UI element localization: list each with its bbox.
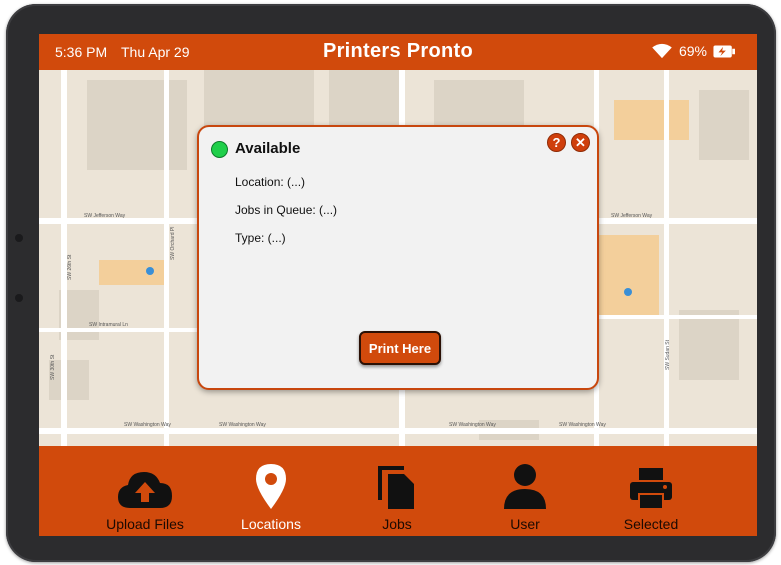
street-label: SW Washington Way <box>219 422 266 428</box>
nav-item-selected[interactable]: Selected <box>591 446 711 536</box>
bottom-navigation: Upload Files Locations Jobs User Selecte… <box>39 446 757 536</box>
printer-location: Location: (...) <box>235 175 306 189</box>
nav-label: Locations <box>241 516 301 532</box>
status-bar: 5:36 PM Thu Apr 29 Printers Pronto 69% <box>39 34 757 70</box>
nav-item-locations[interactable]: Locations <box>211 446 331 536</box>
availability-indicator <box>211 141 228 158</box>
nav-label: Jobs <box>382 516 412 532</box>
cloud-upload-icon <box>118 472 172 508</box>
side-button <box>8 64 14 86</box>
nav-label: Selected <box>623 516 679 532</box>
street-label: SW Orchard Pl <box>170 227 176 260</box>
printer-type: Type: (...) <box>235 231 286 245</box>
street-label: SW Washington Way <box>124 422 171 428</box>
documents-icon <box>378 466 414 509</box>
street-label: SW Washington Way <box>449 422 496 428</box>
street-label: SW Sudan St <box>665 339 671 370</box>
user-icon <box>504 464 546 509</box>
close-icon[interactable]: ✕ <box>571 133 590 152</box>
camera <box>15 234 23 242</box>
printer-jobs-in-queue: Jobs in Queue: (...) <box>235 203 338 217</box>
availability-status: Available <box>235 140 301 157</box>
print-here-button[interactable]: Print Here <box>359 331 441 365</box>
app-screen: 5:36 PM Thu Apr 29 Printers Pronto 69% S… <box>39 34 757 536</box>
sensor <box>15 294 23 302</box>
wifi-icon <box>652 43 672 59</box>
printer-icon <box>630 468 672 510</box>
battery-percent: 69% <box>678 43 707 59</box>
nav-item-upload-files[interactable]: Upload Files <box>85 446 205 536</box>
app-title: Printers Pronto <box>322 40 474 62</box>
location-pin-icon <box>256 464 286 509</box>
printer-info-dialog: Available ? ✕ Location: (...) Jobs in Qu… <box>197 125 599 390</box>
nav-item-jobs[interactable]: Jobs <box>337 446 457 536</box>
street-label: SW Intramural Ln <box>89 322 128 328</box>
nav-item-user[interactable]: User <box>465 446 585 536</box>
battery-charging-icon <box>713 45 735 57</box>
help-icon[interactable]: ? <box>547 133 566 152</box>
street-label: SW Jefferson Way <box>84 213 126 219</box>
nav-label: Upload Files <box>106 516 184 532</box>
nav-label: User <box>510 516 540 532</box>
street-label: SW Jefferson Way <box>611 213 653 219</box>
street-label: SW 26th St <box>67 254 73 280</box>
street-label: SW Washington Way <box>559 422 606 428</box>
status-indicators: 69% <box>651 43 735 59</box>
street-label: SW 30th St <box>50 354 56 380</box>
